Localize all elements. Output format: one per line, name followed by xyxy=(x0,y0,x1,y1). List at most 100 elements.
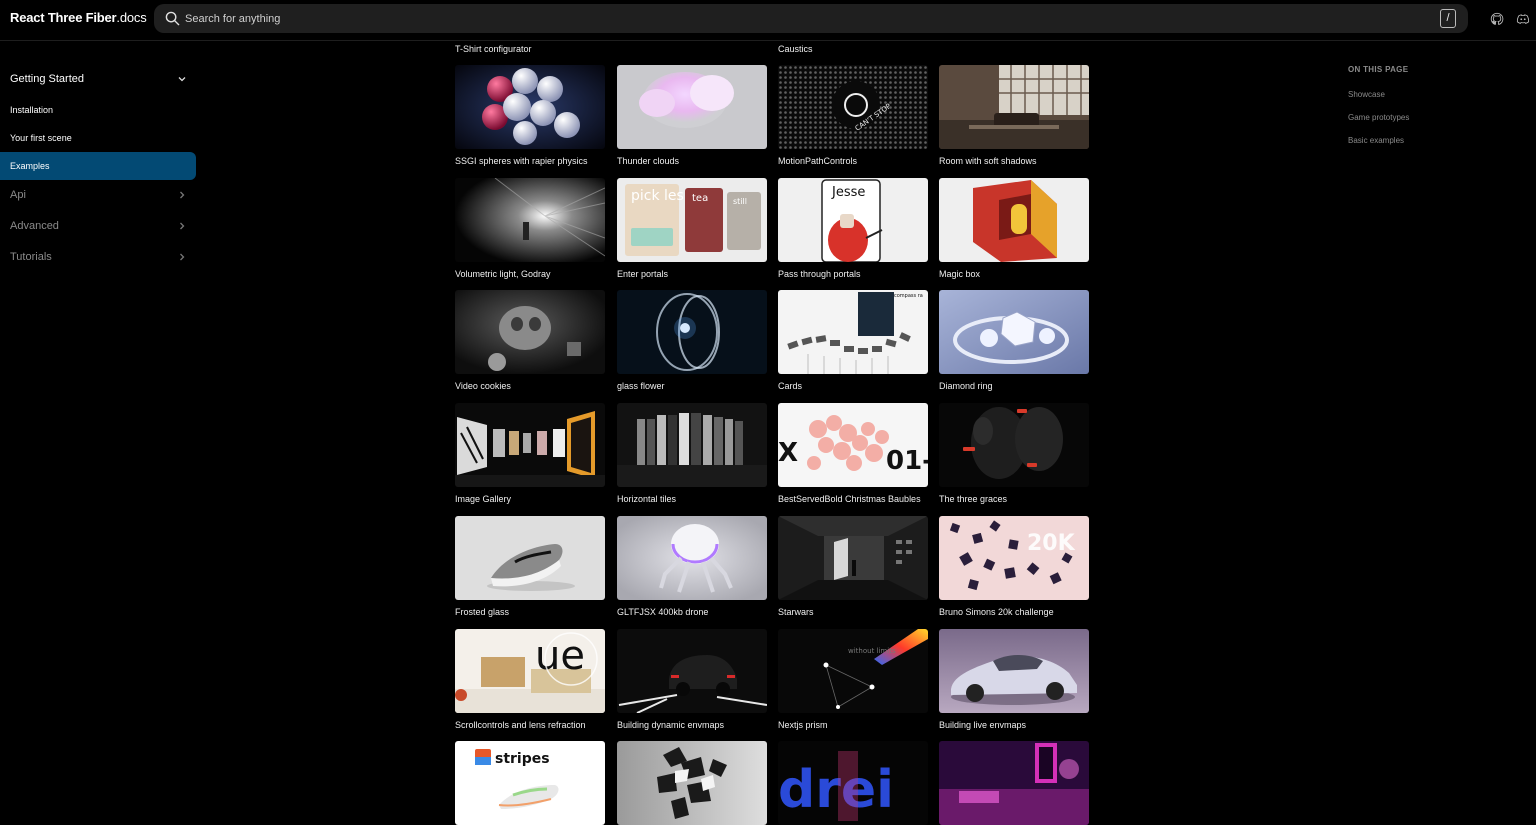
gallery-card-caption: Horizontal tiles xyxy=(617,494,677,504)
search-input[interactable] xyxy=(185,8,1385,29)
thumb-text: ue xyxy=(535,633,585,679)
gallery-card-caption: SSGI spheres with rapier physics xyxy=(455,156,588,166)
gallery-card-caption: Image Gallery xyxy=(455,494,512,504)
gallery-thumbnail[interactable] xyxy=(939,741,1089,825)
gallery-card-caption: Pass through portals xyxy=(778,269,861,279)
examples-gallery: T-Shirt configurator Caustics SSGI spher… xyxy=(455,41,1095,825)
gallery-card-caption[interactable]: T-Shirt configurator xyxy=(455,44,532,54)
gallery-card-caption: MotionPathControls xyxy=(778,156,858,166)
gallery-card-caption: Enter portals xyxy=(617,269,669,279)
gallery-thumbnail[interactable] xyxy=(455,178,605,262)
gallery-card-caption: The three graces xyxy=(939,494,1008,504)
sidebar-section-api[interactable]: Api xyxy=(0,180,196,210)
thumb-text: Jesse xyxy=(831,185,865,200)
sidebar-section-label: Api xyxy=(10,189,26,201)
thumb-text: 01- xyxy=(886,446,928,476)
gallery-card-caption: Volumetric light, Godray xyxy=(455,269,551,279)
gallery-card-caption: GLTFJSX 400kb drone xyxy=(617,607,709,617)
toc-link-showcase[interactable]: Showcase xyxy=(1348,90,1385,99)
thumb-text: tea xyxy=(692,193,708,204)
gallery-card-caption: Video cookies xyxy=(455,381,511,391)
toc-link-game-prototypes[interactable]: Game prototypes xyxy=(1348,113,1409,122)
thumb-text: without limits xyxy=(848,647,896,655)
gallery-card-caption: Diamond ring xyxy=(939,381,993,391)
gallery-card-caption: Scrollcontrols and lens refraction xyxy=(455,720,586,730)
search-bar[interactable]: / xyxy=(154,4,1468,33)
sidebar-item-label: Your first scene xyxy=(10,133,72,143)
gallery-thumbnail[interactable]: drei xyxy=(778,741,928,825)
gallery-card-caption: Magic box xyxy=(939,269,981,279)
gallery-thumbnail[interactable] xyxy=(617,741,767,825)
sidebar-section-label: Advanced xyxy=(10,220,59,232)
gallery-thumbnail[interactable]: stripes xyxy=(455,741,605,825)
gallery-thumbnail[interactable]: without limits xyxy=(778,629,928,713)
top-bar: React Three Fiber.docs / xyxy=(0,0,1536,41)
gallery-card-caption: Starwars xyxy=(778,607,814,617)
thumb-text: drei xyxy=(778,760,894,820)
gallery-thumbnail[interactable] xyxy=(455,290,605,374)
gallery-thumbnail[interactable] xyxy=(939,403,1089,487)
toc-link-basic-examples[interactable]: Basic examples xyxy=(1348,136,1404,145)
thumb-text: 20K xyxy=(1027,531,1076,556)
gallery-card-caption: Cards xyxy=(778,381,803,391)
thumb-text: pick les xyxy=(631,188,684,204)
github-icon[interactable] xyxy=(1490,12,1504,26)
gallery-thumbnail[interactable] xyxy=(455,403,605,487)
gallery-card-caption: Thunder clouds xyxy=(617,156,680,166)
thumb-text: compass ra xyxy=(894,293,923,299)
sidebar-section-getting-started[interactable]: Getting Started xyxy=(0,64,196,94)
gallery-thumbnail[interactable]: compass ra xyxy=(778,290,928,374)
sidebar: Getting Started Installation Your first … xyxy=(0,41,205,809)
site-logo[interactable]: React Three Fiber.docs xyxy=(10,10,147,25)
gallery-thumbnail[interactable] xyxy=(455,516,605,600)
chevron-right-icon xyxy=(180,222,185,230)
gallery-card-caption: Bruno Simons 20k challenge xyxy=(939,607,1054,617)
sidebar-section-advanced[interactable]: Advanced xyxy=(0,211,196,241)
gallery-thumbnail[interactable] xyxy=(939,65,1089,149)
discord-icon[interactable] xyxy=(1516,12,1530,26)
gallery-card-caption: glass flower xyxy=(617,381,665,391)
gallery-thumbnail[interactable] xyxy=(939,629,1089,713)
gallery-thumbnail[interactable]: Jesse xyxy=(778,178,928,262)
gallery-card-caption: BestServedBold Christmas Baubles xyxy=(778,494,921,504)
gallery-thumbnail[interactable] xyxy=(617,290,767,374)
logo-strong: React Three Fiber xyxy=(10,10,117,25)
gallery-thumbnail[interactable]: X 01- xyxy=(778,403,928,487)
gallery-thumbnail[interactable]: ue xyxy=(455,629,605,713)
gallery-thumbnail[interactable]: pick les tea still xyxy=(617,178,767,262)
gallery-card-caption: Building live envmaps xyxy=(939,720,1027,730)
sidebar-item-label: Installation xyxy=(10,105,54,115)
gallery-thumbnail[interactable] xyxy=(939,290,1089,374)
gallery-thumbnail[interactable] xyxy=(617,516,767,600)
gallery-thumbnail[interactable] xyxy=(455,65,605,149)
sidebar-item-installation[interactable]: Installation xyxy=(0,96,196,123)
gallery-card-caption: Nextjs prism xyxy=(778,720,828,730)
thumb-text: X xyxy=(778,438,798,468)
chevron-right-icon xyxy=(180,191,185,199)
sidebar-item-label: Examples xyxy=(10,161,50,171)
gallery-thumbnail[interactable] xyxy=(939,178,1089,262)
thumb-text: stripes xyxy=(495,751,550,767)
gallery-card-caption[interactable]: Caustics xyxy=(778,44,813,54)
sidebar-section-label: Tutorials xyxy=(10,251,52,263)
logo-light: .docs xyxy=(116,10,147,25)
search-shortcut-key: / xyxy=(1440,9,1456,28)
search-icon xyxy=(165,11,180,26)
sidebar-section-label: Getting Started xyxy=(10,73,84,85)
sidebar-item-your-first-scene[interactable]: Your first scene xyxy=(0,124,196,151)
chevron-right-icon xyxy=(180,253,185,261)
gallery-thumbnail[interactable]: CAN'T STOP xyxy=(778,65,928,149)
thumb-text: still xyxy=(733,197,747,206)
gallery-thumbnail[interactable] xyxy=(778,516,928,600)
sidebar-section-tutorials[interactable]: Tutorials xyxy=(0,242,196,272)
gallery-card-caption: Frosted glass xyxy=(455,607,510,617)
gallery-thumbnail[interactable]: 20K xyxy=(939,516,1089,600)
toc-title: ON THIS PAGE xyxy=(1348,65,1409,74)
chevron-down-icon xyxy=(178,77,186,82)
gallery-thumbnail[interactable] xyxy=(617,629,767,713)
gallery-thumbnail[interactable] xyxy=(617,403,767,487)
gallery-card-caption: Building dynamic envmaps xyxy=(617,720,725,730)
sidebar-item-examples[interactable]: Examples xyxy=(0,152,196,180)
gallery-thumbnail[interactable] xyxy=(617,65,767,149)
gallery-card-caption: Room with soft shadows xyxy=(939,156,1037,166)
